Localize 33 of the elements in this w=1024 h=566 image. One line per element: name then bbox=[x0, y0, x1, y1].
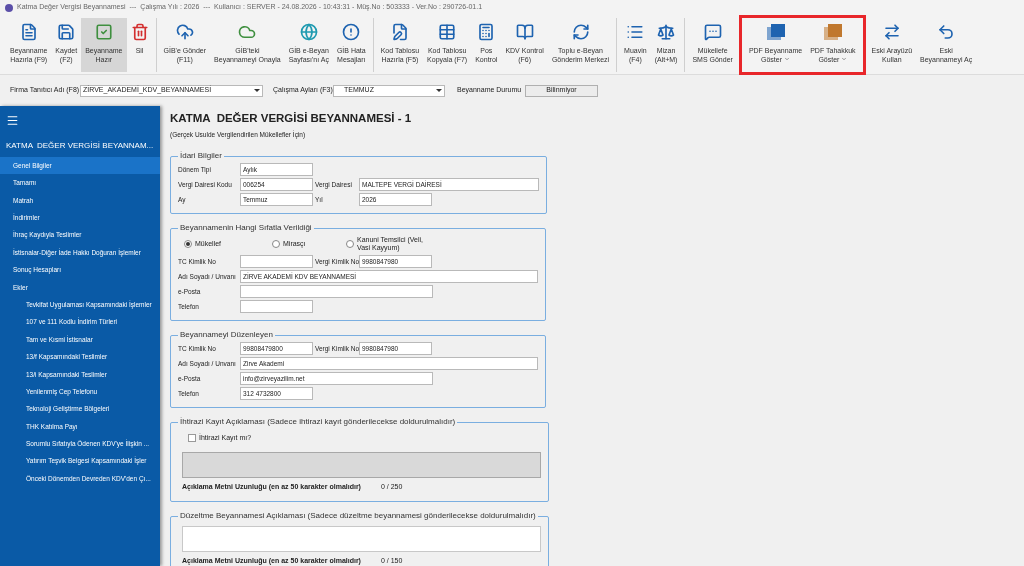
document-icon bbox=[19, 22, 38, 41]
refresh-icon bbox=[571, 22, 590, 41]
document-stack-icon bbox=[765, 22, 786, 41]
chat-icon bbox=[703, 22, 722, 41]
undo-icon bbox=[937, 22, 956, 41]
form-title: KATMA DEĞER VERGİSİ BEYANNAMESİ - 1 bbox=[170, 111, 413, 126]
table-icon bbox=[438, 22, 457, 41]
calculator-icon bbox=[477, 22, 496, 41]
trash-icon bbox=[130, 22, 149, 41]
globe-icon bbox=[299, 22, 318, 41]
text-field[interactable] bbox=[240, 300, 313, 313]
swap-icon bbox=[882, 22, 901, 41]
group-title: Düzeltme Beyannamesi Açıklaması (Sadece düzeltme beyannamesi gönderilecekse doldurulmalıdır) bbox=[179, 510, 537, 522]
text-field[interactable] bbox=[240, 255, 313, 268]
text-field[interactable] bbox=[240, 285, 433, 298]
scale-icon bbox=[657, 22, 676, 41]
cloud-upload-icon bbox=[175, 22, 194, 41]
group-title: Beyannameyi Düzenleyen bbox=[179, 329, 274, 341]
file-pen-icon bbox=[390, 22, 409, 41]
group-title: Beyannamenin Hangi Sıfatla Verildiği bbox=[179, 222, 313, 234]
document-stack-icon bbox=[822, 22, 843, 41]
group-title: İhtirazi Kayıt Açıklaması (Sadece ihtirazi kayıt gönderilecekse doldurulmalıdır) bbox=[179, 416, 457, 428]
book-icon bbox=[515, 22, 534, 41]
app-icon bbox=[5, 3, 13, 12]
text-area[interactable] bbox=[182, 526, 541, 552]
radio-button[interactable] bbox=[272, 240, 280, 248]
checkbox-icon bbox=[94, 22, 113, 41]
alert-icon bbox=[342, 22, 361, 41]
radio-button[interactable] bbox=[184, 240, 192, 248]
radio-button[interactable] bbox=[346, 240, 354, 248]
group-title: İdari Bilgiler bbox=[179, 150, 223, 162]
sidebar-title: KATMA DEĞER VERGİSİ BEYANNAM... bbox=[6, 141, 154, 151]
menu-icon[interactable] bbox=[6, 114, 19, 127]
